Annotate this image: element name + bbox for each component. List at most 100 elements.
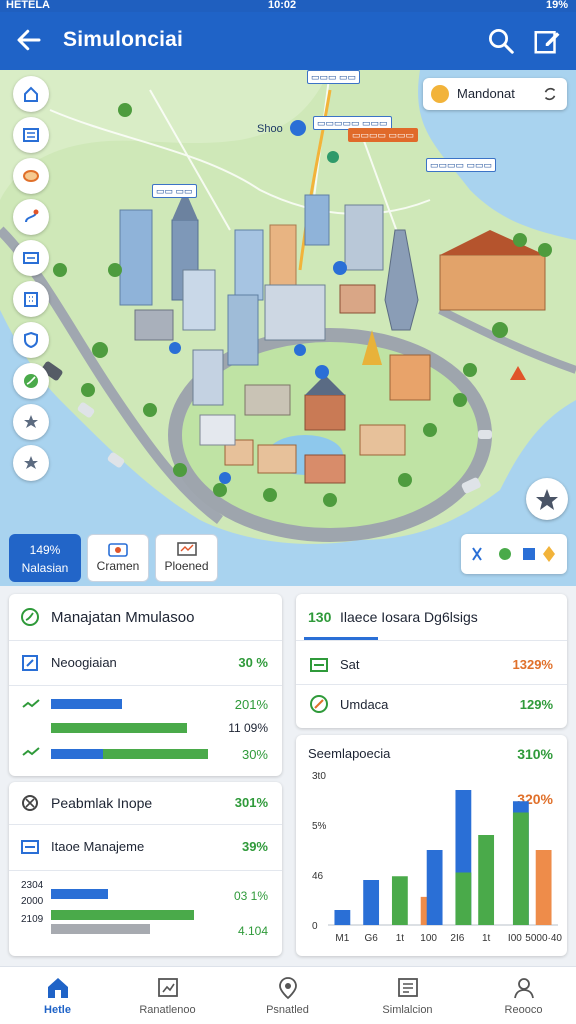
panel-map-button[interactable]: [13, 240, 49, 276]
x-tick-label: 5000·40: [525, 933, 562, 944]
negotiation-row[interactable]: Neoogiaian 30 %: [9, 652, 282, 676]
axis-tick: 2109: [21, 914, 44, 925]
building-icon: [24, 292, 38, 307]
battery-text: 19%: [545, 0, 568, 11]
home-icon: [24, 86, 38, 102]
metric-bar-2-value: 11 09%: [228, 721, 268, 735]
shield-map-button[interactable]: [13, 322, 49, 358]
bottom-navigation: Hetle Ranatlenoo Psnatled Simlalcion Reo…: [0, 966, 576, 1024]
map-legend[interactable]: [461, 534, 567, 574]
negotiation-label: Neoogiaian: [51, 655, 117, 670]
divider: [9, 685, 282, 686]
map-label-highlight[interactable]: ▭▭▭▭ ▭▭▭: [348, 128, 419, 142]
resource-row-2[interactable]: Umdaca 129%: [296, 693, 567, 717]
camera-icon: [108, 543, 128, 557]
map-label-east[interactable]: ▭▭▭▭ ▭▭▭: [426, 158, 497, 172]
mode-tab-label: Ploened: [164, 559, 209, 573]
nav-profile[interactable]: Reooco: [466, 967, 576, 1024]
city-map[interactable]: ▭▭▭ ▭▭ ▭▭▭▭▭ ▭▭▭ ▭▭▭▭ ▭▭▭ ▭▭▭▭ ▭▭▭ ▭▭ ▭▭…: [0, 70, 576, 586]
mode-tab-label: Nalasian: [21, 561, 69, 575]
management-row[interactable]: Itaoe Manajeme 39%: [9, 836, 282, 860]
x-tick-label: I00: [508, 933, 522, 944]
eco-map-button[interactable]: [13, 363, 49, 399]
back-arrow-icon[interactable]: [14, 25, 44, 55]
negotiation-value: 30 %: [238, 655, 268, 670]
resource-panel: 130 Ilaece Iosara Dg6lsigs Sat 1329% Umd…: [296, 594, 567, 728]
x-tick-label: 2I6: [450, 933, 464, 944]
map-pin-icon: [278, 977, 297, 1000]
user-name: Mandonat: [457, 86, 515, 101]
metric-bar-3-overlay: [51, 749, 103, 759]
resource-header: 130 Ilaece Iosara Dg6lsigs: [296, 606, 567, 632]
metric-bar-2: [51, 723, 187, 733]
route-map-button[interactable]: [13, 199, 49, 235]
list-map-button[interactable]: [13, 117, 49, 153]
mode-tab-camera[interactable]: Cramen: [87, 534, 149, 582]
edit-box-icon: [22, 655, 38, 671]
y-tick-label: 46: [312, 871, 324, 882]
management-panel: Manajatan Mmulasoo Neoogiaian 30 % 201% …: [9, 594, 282, 776]
home-icon: [47, 978, 68, 998]
avatar: [431, 85, 449, 103]
map-label-west[interactable]: ▭▭ ▭▭: [152, 184, 197, 198]
chart-bar: [512, 812, 529, 925]
compass-button[interactable]: [526, 478, 568, 520]
nav-profile-label: Reooco: [504, 1004, 543, 1016]
search-icon[interactable]: [486, 26, 516, 56]
nav-management[interactable]: Ranatlenoo: [110, 967, 225, 1024]
resource-row-2-label: Umdaca: [340, 697, 389, 712]
chart-bar: [455, 872, 472, 925]
divider: [9, 870, 282, 871]
page-title: Simulonciai: [63, 28, 184, 51]
nav-simulation[interactable]: Simlalcion: [350, 967, 465, 1024]
problem-title-value: 301%: [234, 795, 268, 810]
layers-icon: [23, 170, 39, 182]
divider: [296, 640, 567, 641]
chart-bar: [391, 876, 408, 925]
building-map-button[interactable]: [13, 281, 49, 317]
chart-bar: [426, 850, 443, 925]
problem-header: Peabmlak Inope 301%: [9, 792, 282, 816]
resource-title-prefix: 130: [308, 609, 332, 625]
panel-icon: [23, 252, 39, 264]
panel-icon: [310, 658, 328, 672]
mode-tab-simulation[interactable]: 149% Nalasian: [9, 534, 81, 582]
nav-places[interactable]: Psnatled: [230, 967, 345, 1024]
clock-text: 10:02: [268, 0, 297, 11]
swap-icon[interactable]: [541, 85, 559, 103]
problem-bar-3-value: 4.104: [237, 924, 268, 938]
management-row-value: 39%: [241, 839, 268, 854]
map-place-name: Shoo: [257, 123, 283, 135]
divider: [9, 640, 282, 641]
status-bar: HETELA 10:02 19%: [0, 0, 576, 12]
edit-icon[interactable]: [532, 26, 562, 56]
simulation-icon: [397, 978, 418, 997]
home-map-button[interactable]: [13, 76, 49, 112]
y-tick-label: 0: [312, 921, 318, 932]
list-icon: [23, 128, 39, 142]
resource-row-2-value: 129%: [519, 697, 553, 712]
user-chip[interactable]: Mandonat: [423, 78, 567, 110]
axis-tick: 2304: [21, 880, 44, 891]
management-title: Manajatan Mmulasoo: [51, 609, 195, 626]
pin-map-button[interactable]: [13, 445, 49, 481]
simulation-chart-panel: Seemlapoecia 310% 320% 0 46 5% 3t0 M1 G6 1t 100…: [296, 735, 567, 956]
favorite-map-button[interactable]: [13, 404, 49, 440]
problem-bar-2: [51, 910, 194, 920]
chart-bar: [363, 880, 380, 925]
x-tick-label: 1t: [396, 933, 405, 944]
y-tick-label: 5%: [312, 821, 327, 832]
nav-home[interactable]: Hetle: [0, 967, 115, 1024]
divider: [296, 684, 567, 685]
map-label-top[interactable]: ▭▭▭ ▭▭: [307, 70, 361, 84]
chart-bar: [334, 910, 351, 925]
problem-panel: Peabmlak Inope 301% Itaoe Manajeme 39% 2…: [9, 782, 282, 956]
problem-title: Peabmlak Inope: [51, 795, 153, 811]
legend-icons: [472, 546, 555, 562]
mode-tab-monitor[interactable]: Ploened: [155, 534, 218, 582]
gear-icon: [22, 795, 38, 811]
user-icon: [513, 978, 534, 999]
resource-row-1[interactable]: Sat 1329%: [296, 653, 567, 677]
layer-map-button[interactable]: [13, 158, 49, 194]
axis-tick: 2000: [21, 896, 44, 907]
